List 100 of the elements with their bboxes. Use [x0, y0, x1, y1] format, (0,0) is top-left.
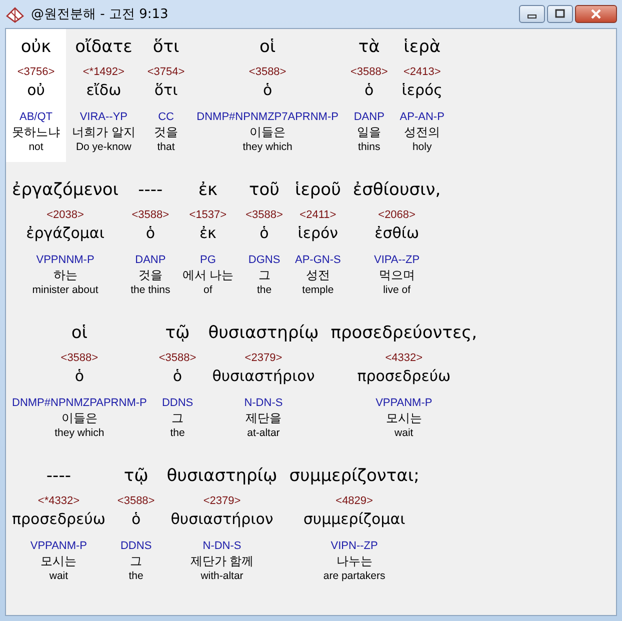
korean-gloss: 그 — [172, 410, 184, 427]
word-column[interactable]: τῷ <3588> ὁ DDNS 그 the — [152, 315, 202, 448]
parsing-code: PG — [200, 253, 216, 267]
parsing-code: VPPNNM-P — [36, 253, 94, 267]
english-gloss: not — [28, 141, 44, 154]
english-gloss: thins — [358, 141, 380, 154]
strong-number: <3588> — [132, 208, 170, 222]
strong-number: <2379> — [244, 351, 282, 365]
strong-number: <3754> — [147, 65, 185, 79]
greek-word: ἐργαζόμενοι — [12, 179, 119, 202]
korean-gloss: 제단을 — [245, 410, 282, 427]
english-gloss: that — [157, 141, 175, 154]
word-column[interactable]: ἐργαζόμενοι <2038> ἐργάζομαι VPPNNM-P 하는 minister about — [6, 172, 125, 305]
korean-gloss: 못하느냐 — [12, 124, 60, 141]
parsing-code: DDNS — [120, 539, 152, 553]
word-column[interactable]: ὅτι <3754> ὅτι CC 것을 that — [141, 29, 191, 162]
greek-word: οὐκ — [20, 36, 52, 59]
english-gloss: at-altar — [247, 427, 280, 440]
parsing-code: N-DN-S — [202, 539, 242, 553]
english-gloss: temple — [302, 284, 334, 297]
english-gloss: the — [170, 427, 185, 440]
english-gloss: holy — [412, 141, 432, 154]
greek-word: τὰ — [358, 36, 380, 59]
english-gloss: Do ye-know — [76, 141, 132, 154]
word-column[interactable]: τῷ <3588> ὁ DDNS 그 the — [111, 458, 161, 591]
minimize-button[interactable] — [519, 5, 545, 23]
close-button[interactable] — [575, 5, 617, 23]
word-column[interactable]: ---- <3588> ὁ DANP 것을 the thins — [124, 172, 176, 305]
greek-word: οἱ — [259, 36, 276, 59]
parsing-code: AP-AN-P — [400, 110, 444, 124]
lemma-word: οὐ — [27, 80, 45, 101]
parsing-code: AB/QT — [19, 110, 52, 124]
word-column[interactable]: συμμερίζονται; <4829> συμμερίζομαι VIPN--ZP 나누는 are partakers — [283, 458, 426, 591]
maximize-button[interactable] — [547, 5, 573, 23]
word-column[interactable]: ἐσθίουσιν, <2068> ἐσθίω VIPA--ZP 먹으며 live of — [346, 172, 447, 305]
word-column[interactable]: ---- <*4332> προσεδρεύω VPPANM-P 모시는 wait — [6, 458, 112, 591]
strong-number: <3588> — [248, 65, 286, 79]
word-column[interactable]: οἴδατε <*1492> εἴδω VIRA--YP 너희가 알지 Do ye-know — [66, 29, 142, 162]
parsing-code: VIPA--ZP — [374, 253, 420, 267]
english-gloss: the — [128, 570, 144, 583]
strong-number: <*1492> — [82, 65, 124, 79]
strong-number: <3588> — [350, 65, 388, 79]
korean-gloss: 나누는 — [336, 553, 372, 570]
korean-gloss: 이들은 — [61, 410, 98, 427]
greek-word: ---- — [46, 465, 71, 488]
parsing-code: CC — [158, 110, 174, 124]
lemma-word: ὁ — [260, 223, 269, 244]
parsing-code: DNMP#NPNMZP7APRNM-P — [196, 110, 338, 124]
english-gloss: are partakers — [323, 570, 386, 583]
lemma-word: ἐσθίω — [374, 223, 420, 244]
lemma-word: ἱερόν — [298, 223, 338, 244]
english-gloss: the — [256, 284, 272, 297]
greek-word: θυσιαστηρίῳ — [166, 465, 278, 488]
strong-number: <2379> — [203, 494, 241, 508]
greek-word: προσεδρεύοντες, — [330, 322, 478, 345]
word-column[interactable]: θυσιαστηρίῳ <2379> θυσιαστήριον N-DN-S 제단을 at-altar — [202, 315, 325, 448]
korean-gloss: 그 — [258, 267, 270, 284]
parsing-code: N-DN-S — [244, 396, 283, 410]
lemma-word: συμμερίζομαι — [303, 509, 406, 530]
parsing-code: VIRA--YP — [80, 110, 128, 124]
korean-gloss: 것을 — [138, 267, 162, 284]
lemma-word: ἱερός — [402, 80, 442, 101]
word-column[interactable]: οὐκ <3756> οὐ AB/QT 못하느냐 not — [6, 29, 66, 162]
english-gloss: they which — [54, 427, 104, 440]
word-column[interactable]: ἱεροῦ <2411> ἱερόν AP-GN-S 성전 temple — [288, 172, 347, 305]
lemma-word: προσεδρεύω — [357, 366, 451, 387]
word-column[interactable]: προσεδρεύοντες, <4332> προσεδρεύω VPPANM-P 모시는 wait — [324, 315, 484, 448]
strong-number: <3588> — [246, 208, 283, 222]
word-column[interactable]: ἱερὰ <2413> ἱερός AP-AN-P 성전의 holy — [394, 29, 450, 162]
korean-gloss: 것을 — [154, 124, 178, 141]
strong-number: <2038> — [46, 208, 84, 222]
word-column[interactable]: ἐκ <1537> ἐκ PG 에서 나는 of — [176, 172, 240, 305]
lemma-word: προσεδρεύω — [12, 509, 106, 530]
greek-word: συμμερίζονται; — [289, 465, 420, 488]
word-column[interactable]: οἱ <3588> ὁ DNMP#NPNMZPAPRNM-P 이들은 they which — [6, 315, 153, 448]
parsing-code: DDNS — [162, 396, 194, 410]
strong-number: <3588> — [158, 351, 196, 365]
parsing-code: DGNS — [248, 253, 280, 267]
lemma-word: ὅτι — [154, 80, 178, 101]
lemma-word: ὁ — [146, 223, 155, 244]
parsing-code: AP-GN-S — [295, 253, 341, 267]
strong-number: <4829> — [336, 494, 373, 508]
strong-number: <2413> — [403, 65, 441, 79]
greek-word: ὅτι — [152, 36, 180, 59]
korean-gloss: 성전의 — [404, 124, 440, 141]
word-column[interactable]: τοῦ <3588> ὁ DGNS 그 the — [240, 172, 289, 305]
strong-number: <*4332> — [38, 494, 80, 508]
strong-number: <4332> — [385, 351, 423, 365]
greek-word: ---- — [138, 179, 163, 202]
window-title: @원전분해 - 고전 9:13 — [31, 6, 168, 23]
word-column[interactable]: θυσιαστηρίῳ <2379> θυσιαστήριον N-DN-S 제단가 함께 with-altar — [160, 458, 284, 591]
parsing-code: DNMP#NPNMZPAPRNM-P — [12, 396, 147, 410]
close-icon — [590, 9, 602, 19]
word-column[interactable]: τὰ <3588> ὁ DANP 일을 thins — [344, 29, 394, 162]
greek-word: τοῦ — [249, 179, 280, 202]
lemma-word: ὁ — [131, 509, 141, 530]
korean-gloss: 너희가 알지 — [72, 124, 136, 141]
greek-word: ἱερὰ — [404, 36, 441, 59]
lemma-word: ὁ — [172, 366, 182, 387]
word-column[interactable]: οἱ <3588> ὁ DNMP#NPNMZP7APRNM-P 이들은 they which — [190, 29, 344, 162]
